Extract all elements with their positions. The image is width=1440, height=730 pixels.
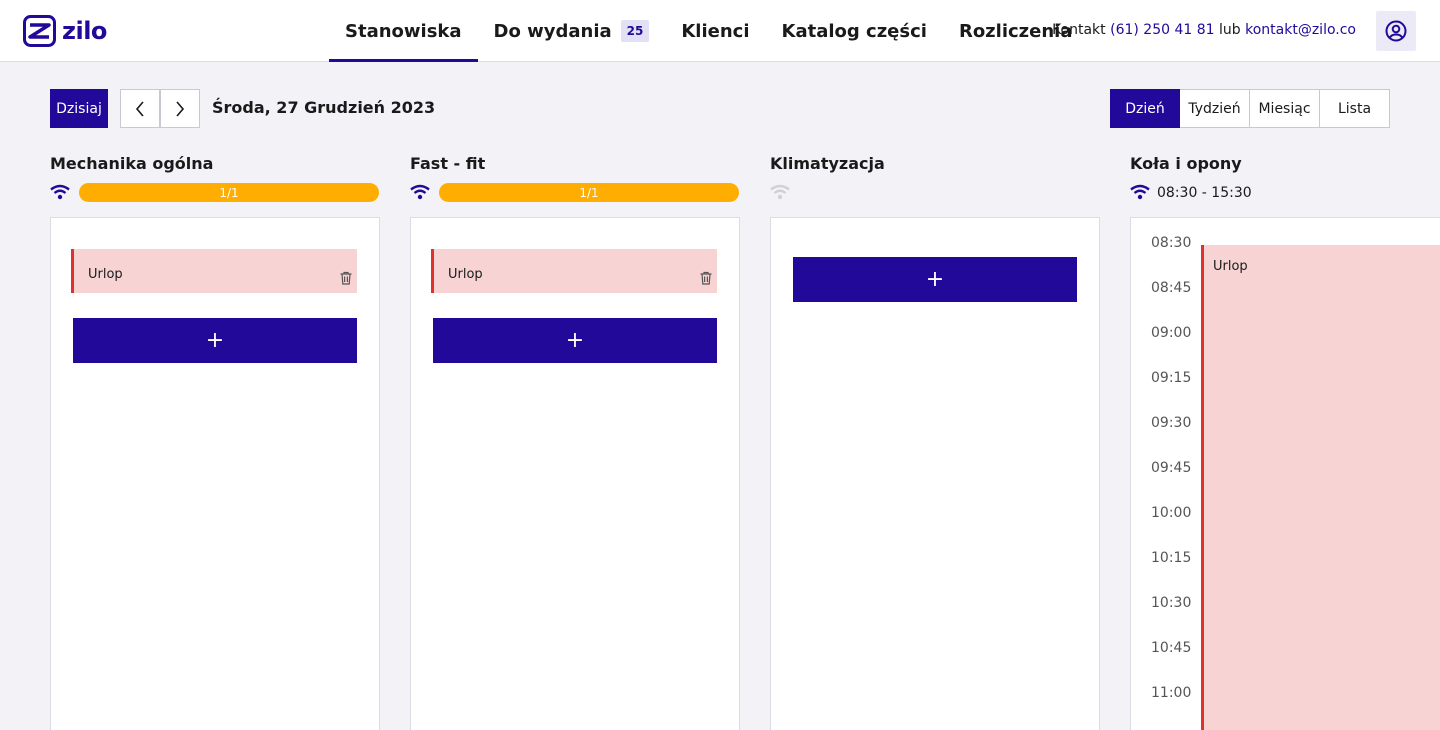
capacity-bar: 1/1 <box>439 183 739 202</box>
view-month-button[interactable]: Miesiąc <box>1250 89 1320 128</box>
event-label: Urlop <box>1213 259 1248 274</box>
view-switcher: Dzień Tydzień Miesiąc Lista <box>1110 89 1390 128</box>
time-label: 10:45 <box>1151 640 1192 656</box>
view-week-button[interactable]: Tydzień <box>1180 89 1250 128</box>
nav-item-stanowiska[interactable]: Stanowiska <box>329 0 478 62</box>
column-title: Klimatyzacja <box>770 154 885 173</box>
view-day-button[interactable]: Dzień <box>1110 89 1180 128</box>
time-label: 10:30 <box>1151 595 1192 611</box>
add-appointment-button[interactable]: + <box>73 318 357 363</box>
chevron-right-icon <box>176 100 185 117</box>
nav-label: Klienci <box>681 20 750 42</box>
time-label: 08:45 <box>1151 280 1192 296</box>
working-hours: 08:30 - 15:30 <box>1157 185 1252 201</box>
current-date: Środa, 27 Grudzień 2023 <box>212 98 436 117</box>
wifi-icon <box>1130 184 1150 200</box>
event-card[interactable]: Urlop <box>71 249 357 293</box>
contact-separator: lub <box>1219 22 1241 38</box>
next-day-button[interactable] <box>160 89 200 128</box>
logo-text: zilo <box>62 17 107 45</box>
column-body: Urlop + <box>410 217 740 730</box>
user-circle-icon <box>1385 20 1407 42</box>
nav-item-katalog-czesci[interactable]: Katalog części <box>766 0 943 62</box>
today-button[interactable]: Dzisiaj <box>50 89 108 128</box>
event-label: Urlop <box>448 267 483 282</box>
nav-item-klienci[interactable]: Klienci <box>665 0 765 62</box>
user-menu-button[interactable] <box>1376 11 1416 51</box>
top-bar: zilo Stanowiska Do wydania 25 Klienci Ka… <box>0 0 1440 62</box>
nav-label: Katalog części <box>781 20 927 42</box>
contact-prefix: Kontakt <box>1052 22 1106 38</box>
add-appointment-button[interactable]: + <box>793 257 1077 302</box>
column-body: Urlop + <box>50 217 380 730</box>
event-card[interactable]: Urlop <box>431 249 717 293</box>
trash-icon[interactable] <box>699 271 713 285</box>
event-card[interactable]: Urlop <box>1201 245 1440 730</box>
logo[interactable]: zilo <box>23 15 107 47</box>
nav-label: Stanowiska <box>345 20 462 42</box>
time-label: 09:45 <box>1151 460 1192 476</box>
view-list-button[interactable]: Lista <box>1320 89 1390 128</box>
column-title: Koła i opony <box>1130 154 1242 173</box>
capacity-bar: 1/1 <box>79 183 379 202</box>
time-label: 10:00 <box>1151 505 1192 521</box>
wifi-icon <box>410 184 430 200</box>
wifi-icon <box>50 184 70 200</box>
count-badge: 25 <box>620 20 650 42</box>
add-appointment-button[interactable]: + <box>433 318 717 363</box>
time-label: 11:00 <box>1151 685 1192 701</box>
contact-email-link[interactable]: kontakt@zilo.co <box>1245 22 1356 38</box>
main-nav: Stanowiska Do wydania 25 Klienci Katalog… <box>329 0 1088 62</box>
time-label: 09:00 <box>1151 325 1192 341</box>
wifi-off-icon <box>770 184 790 200</box>
contact-info: Kontakt (61) 250 41 81 lub kontakt@zilo.… <box>1052 22 1356 38</box>
trash-icon[interactable] <box>339 271 353 285</box>
contact-phone-link[interactable]: (61) 250 41 81 <box>1110 22 1214 38</box>
nav-label: Do wydania <box>493 20 612 42</box>
timeline-column: 08:30 08:45 09:00 09:15 09:30 09:45 10:0… <box>1130 217 1440 730</box>
nav-item-do-wydania[interactable]: Do wydania 25 <box>478 0 666 62</box>
prev-day-button[interactable] <box>120 89 160 128</box>
time-label: 09:30 <box>1151 415 1192 431</box>
column-title: Fast - fit <box>410 154 486 173</box>
logo-mark-icon <box>23 15 56 47</box>
column-title: Mechanika ogólna <box>50 154 214 173</box>
chevron-left-icon <box>135 100 144 117</box>
time-label: 08:30 <box>1151 235 1192 251</box>
event-label: Urlop <box>88 267 123 282</box>
time-label: 09:15 <box>1151 370 1192 386</box>
time-label: 10:15 <box>1151 550 1192 566</box>
column-body: + <box>770 217 1100 730</box>
